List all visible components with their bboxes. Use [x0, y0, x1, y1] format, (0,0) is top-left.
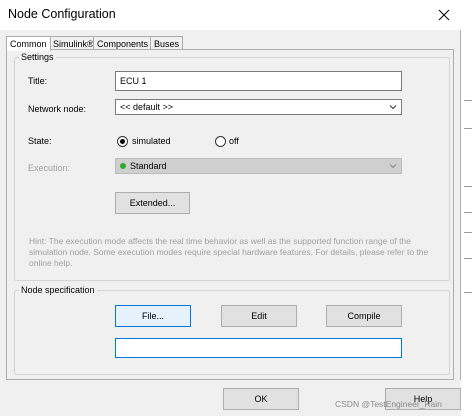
tab-common[interactable]: Common	[6, 36, 51, 51]
execution-dropdown[interactable]: Standard	[115, 158, 402, 174]
extended-button[interactable]: Extended...	[115, 192, 190, 214]
network-node-dropdown[interactable]: << default >>	[115, 99, 402, 115]
state-simulated-radio[interactable]	[117, 136, 128, 147]
settings-group: Settings Title: ECU 1 Network node: << d…	[14, 51, 450, 281]
state-off-radio[interactable]	[215, 136, 226, 147]
state-off-label: off	[229, 136, 239, 146]
background-window	[461, 0, 474, 416]
background-decoration	[464, 292, 472, 293]
settings-legend: Settings	[19, 51, 56, 63]
window-title: Node Configuration	[8, 7, 116, 21]
network-node-value: << default >>	[120, 102, 174, 112]
title-bar: Node Configuration	[0, 0, 461, 30]
node-configuration-dialog: Node Configuration Common Simulink® Comp…	[0, 0, 461, 416]
background-decoration	[464, 100, 472, 101]
file-button[interactable]: File...	[115, 305, 191, 327]
close-icon[interactable]	[436, 7, 452, 23]
node-specification-group: Node specification File... Edit Compile	[14, 284, 450, 375]
common-tab-page: Settings Title: ECU 1 Network node: << d…	[6, 49, 454, 380]
state-simulated-label: simulated	[132, 136, 171, 146]
watermark-text: CSDN @TestEngineer_Rain	[335, 399, 442, 409]
background-decoration	[464, 186, 472, 187]
node-specification-legend: Node specification	[19, 284, 97, 296]
compile-button[interactable]: Compile	[326, 305, 402, 327]
hint-text: Hint: The execution mode affects the rea…	[29, 236, 429, 268]
background-decoration	[464, 212, 472, 213]
status-dot-icon	[120, 163, 126, 169]
radio-selected-dot	[120, 139, 125, 144]
background-decoration	[464, 258, 472, 259]
network-node-label: Network node:	[28, 104, 87, 114]
tab-buses[interactable]: Buses	[150, 36, 184, 50]
tab-components[interactable]: Components	[93, 36, 153, 50]
node-file-path-input[interactable]	[115, 338, 402, 358]
tab-simulink[interactable]: Simulink®	[49, 36, 98, 50]
ok-button[interactable]: OK	[223, 388, 299, 410]
background-decoration	[464, 232, 472, 233]
state-label: State:	[28, 136, 52, 146]
title-label: Title:	[28, 76, 48, 86]
background-decoration	[464, 128, 472, 129]
title-input[interactable]: ECU 1	[115, 71, 402, 91]
chevron-down-icon	[389, 164, 397, 169]
chevron-down-icon	[389, 105, 397, 110]
edit-button[interactable]: Edit	[221, 305, 297, 327]
execution-label: Execution:	[28, 163, 71, 173]
dialog-footer: OK Help	[0, 380, 461, 416]
execution-value: Standard	[130, 161, 167, 171]
